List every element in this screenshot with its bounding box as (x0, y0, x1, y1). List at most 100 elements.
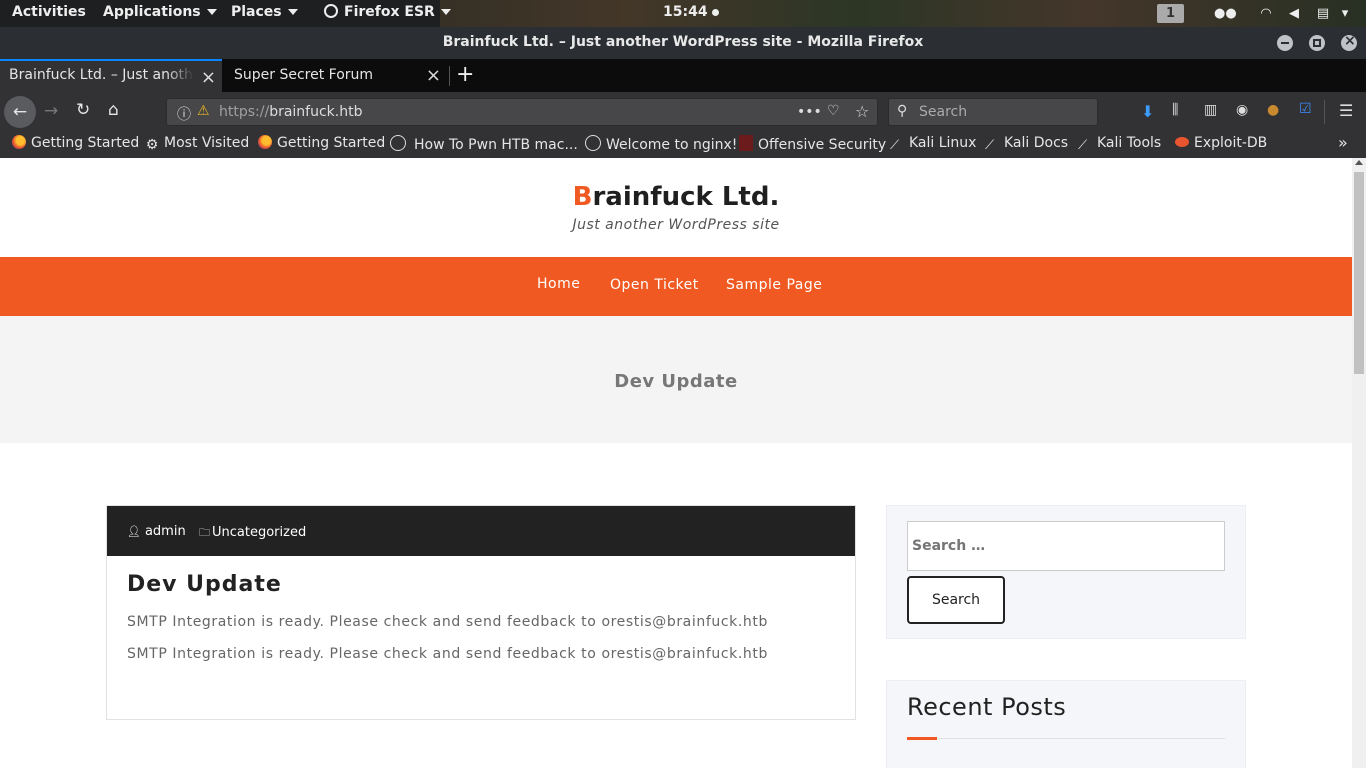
window-title: Brainfuck Ltd. – Just another WordPress … (442, 34, 924, 50)
nav-open-ticket[interactable]: Open Ticket (610, 277, 699, 293)
library-icon[interactable]: ⫼ (1172, 102, 1178, 118)
bookmark-star-icon[interactable]: ☆ (855, 102, 869, 121)
bookmark-label: Exploit-DB (1194, 135, 1268, 151)
bookmark-getting-started[interactable]: Getting Started (12, 135, 139, 151)
app-menu-label: Firefox ESR (344, 4, 435, 20)
kali-icon: ⟋ (890, 138, 900, 153)
site-title-rest: rainfuck Ltd. (592, 182, 780, 212)
bookmark-exploit-db[interactable]: Exploit-DB (1175, 135, 1267, 151)
bookmark-kali-linux[interactable]: ⟋ Kali Linux (890, 135, 976, 153)
workspace-indicator[interactable]: 1 (1157, 4, 1184, 23)
bookmark-label: Getting Started (31, 135, 140, 151)
bookmark-label: Welcome to nginx! (606, 137, 738, 153)
nav-sample-page[interactable]: Sample Page (726, 277, 822, 293)
sidebar-icon[interactable]: ▥ (1204, 102, 1217, 118)
notification-dot-icon (711, 8, 719, 16)
tab-super-secret-forum[interactable]: Super Secret Forum × (225, 59, 447, 92)
tab-brainfuck[interactable]: Brainfuck Ltd. – Just another WordPress … (0, 59, 222, 92)
post-author[interactable]: 👤︎ admin (127, 524, 186, 539)
bookmark-offensive-security[interactable]: Offensive Security (739, 135, 886, 153)
window-titlebar: Brainfuck Ltd. – Just another WordPress … (0, 27, 1366, 59)
bookmark-label: Kali Linux (909, 135, 977, 151)
download-icon[interactable]: ⬇ (1141, 102, 1154, 121)
reload-icon[interactable]: ↻ (76, 100, 90, 120)
extension-checkbox-icon[interactable]: ☑ (1299, 101, 1312, 117)
scroll-up-arrow-icon[interactable] (1355, 160, 1363, 165)
kali-icon: ⟋ (985, 138, 995, 153)
clock[interactable]: 15:44 (663, 4, 719, 20)
url-host: brainfuck.htb (269, 104, 363, 120)
activities-button[interactable]: Activities (12, 4, 86, 20)
bookmark-kali-docs[interactable]: ⟋ Kali Docs (985, 135, 1068, 153)
bookmark-label: Most Visited (164, 135, 250, 151)
app-menu[interactable]: Firefox ESR (324, 4, 451, 20)
bookmark-most-visited[interactable]: ⚙ Most Visited (145, 135, 250, 153)
site-title[interactable]: Brainfuck Ltd. (0, 182, 1352, 212)
power-menu-icon[interactable]: ▾ (1337, 6, 1353, 21)
bookmark-getting-started-2[interactable]: Getting Started (258, 135, 385, 151)
maximize-icon[interactable] (1309, 35, 1325, 51)
exploitdb-icon (1175, 137, 1189, 147)
post-meta-bar: 👤︎ admin 🗀 Uncategorized (107, 506, 855, 556)
info-icon[interactable]: ⓘ (177, 104, 191, 124)
pocket-icon[interactable]: ♡ (827, 103, 840, 119)
page-scrollbar[interactable] (1352, 158, 1366, 768)
recent-posts-title: Recent Posts (907, 693, 1067, 721)
offsec-icon (739, 135, 753, 151)
bookmark-label: Kali Tools (1097, 135, 1162, 151)
page-actions-icon[interactable]: ••• (797, 104, 822, 120)
wifi-icon[interactable]: ◠ (1258, 6, 1274, 21)
search-input[interactable] (907, 521, 1225, 571)
bookmark-welcome-nginx[interactable]: Welcome to nginx! (585, 135, 737, 153)
scrollbar-thumb[interactable] (1354, 172, 1364, 374)
people-icon[interactable]: ●● (1214, 6, 1237, 21)
bookmark-label: Kali Docs (1004, 135, 1069, 151)
new-tab-plus-icon[interactable]: + (456, 64, 474, 86)
firefox-icon (258, 135, 272, 149)
accent-underline (907, 737, 937, 740)
bookmark-kali-tools[interactable]: ⟋ Kali Tools (1078, 135, 1161, 153)
search-button[interactable]: Search (907, 576, 1005, 624)
main-navigation: Home Open Ticket Sample Page (0, 257, 1352, 316)
forward-arrow-icon[interactable]: → (44, 101, 58, 121)
search-widget: Search (886, 505, 1246, 639)
chevron-right-double-icon[interactable]: » (1338, 133, 1348, 152)
globe-icon (585, 135, 601, 151)
post-title[interactable]: Dev Update (127, 572, 282, 597)
hamburger-menu-icon[interactable]: ☰ (1339, 101, 1353, 120)
nav-home[interactable]: Home (537, 276, 580, 292)
back-arrow-icon[interactable]: ← (4, 96, 36, 128)
recent-posts-widget: Recent Posts (886, 680, 1246, 768)
kali-icon: ⟋ (1078, 138, 1088, 153)
bookmark-label: Offensive Security (758, 137, 887, 153)
gear-icon: ⚙ (145, 137, 159, 153)
url-bar[interactable]: ⓘ ⚠ https://brainfuck.htb ••• ♡ ☆ (166, 98, 878, 126)
applications-menu[interactable]: Applications (103, 4, 217, 20)
volume-icon[interactable]: ◀ (1286, 6, 1302, 21)
search-icon: ⚲ (897, 103, 908, 119)
home-icon[interactable]: ⌂ (108, 100, 119, 120)
cookie-extension-icon[interactable]: ● (1267, 102, 1279, 118)
close-window-icon[interactable] (1341, 33, 1357, 51)
bookmark-label: Getting Started (277, 135, 386, 151)
tab-label: Brainfuck Ltd. – Just another WordPress … (9, 67, 194, 83)
clipboard-icon[interactable]: ▤ (1315, 6, 1331, 21)
account-icon[interactable]: ◉ (1236, 102, 1248, 118)
chevron-down-icon (440, 9, 451, 15)
page-title: Dev Update (614, 371, 738, 392)
minimize-icon[interactable] (1277, 35, 1293, 51)
search-placeholder: Search (919, 104, 968, 120)
close-tab-icon[interactable]: × (426, 65, 441, 86)
places-menu[interactable]: Places (231, 4, 298, 20)
tab-label: Super Secret Forum (234, 67, 374, 83)
toolbar-divider (1324, 100, 1325, 124)
url-scheme: https:// (219, 104, 270, 120)
user-icon: 👤︎ (127, 525, 141, 538)
close-tab-icon[interactable]: × (201, 67, 216, 88)
post-category[interactable]: 🗀 Uncategorized (199, 524, 306, 543)
search-bar[interactable]: ⚲ Search (888, 98, 1098, 126)
post-author-name: admin (144, 524, 186, 539)
applications-label: Applications (103, 4, 201, 20)
warning-lock-icon[interactable]: ⚠ (197, 103, 210, 119)
bookmark-how-to-pwn[interactable]: How To Pwn HTB mac... (390, 135, 578, 153)
